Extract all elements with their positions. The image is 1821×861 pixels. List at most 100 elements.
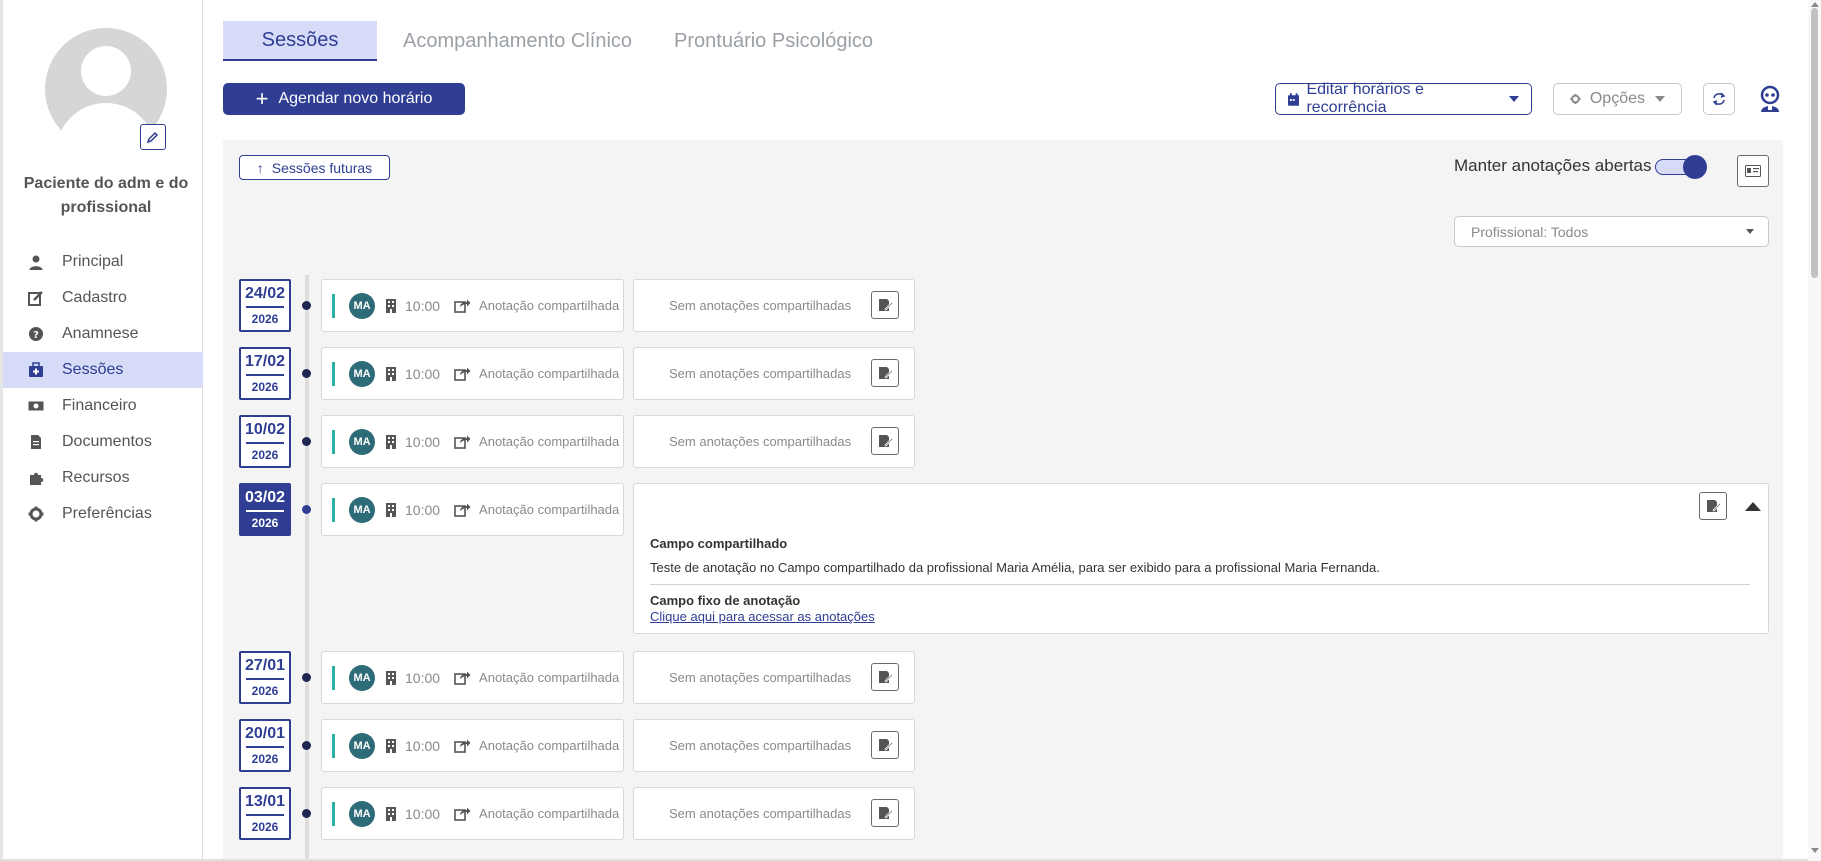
session-date: 27/01 [244, 657, 286, 674]
session-card[interactable]: MA 10:00 Anotação compartilhada [321, 415, 624, 468]
svg-text:?: ? [33, 330, 39, 341]
session-card[interactable]: MA 10:00 Anotação compartilhada [321, 651, 624, 704]
session-date-badge: 03/02 2026 [239, 483, 291, 536]
medical-kit-icon [27, 361, 45, 379]
edit-note-button[interactable] [871, 799, 899, 827]
no-shared-notes-text: Sem anotações compartilhadas [669, 298, 852, 313]
gear-icon [1570, 93, 1581, 105]
no-shared-notes-text: Sem anotações compartilhadas [669, 366, 852, 381]
shared-note-label: Anotação compartilhada [479, 298, 620, 313]
professional-avatar: MA [349, 360, 375, 387]
notes-card: Sem anotações compartilhadas [633, 787, 915, 840]
professional-filter-value: Profissional: Todos [1471, 223, 1589, 240]
edit-note-button[interactable] [1699, 492, 1727, 520]
schedule-new-button[interactable]: + Agendar novo horário [223, 83, 465, 115]
session-date: 17/02 [244, 353, 286, 370]
timeline-dot [302, 301, 311, 310]
professional-avatar: MA [349, 664, 375, 691]
refresh-button[interactable] [1703, 83, 1735, 115]
refresh-icon [1712, 92, 1726, 106]
tab-acompanhamento-clinico[interactable]: Acompanhamento Clínico [377, 21, 658, 61]
sidebar-item-anamnese[interactable]: ? Anamnese [3, 316, 203, 352]
session-year: 2026 [246, 374, 284, 394]
options-button[interactable]: Opções [1553, 83, 1682, 115]
edit-note-button[interactable] [871, 731, 899, 759]
edit-note-icon [878, 366, 893, 380]
no-shared-notes-text: Sem anotações compartilhadas [669, 738, 852, 753]
sidebar-item-preferencias[interactable]: Preferências [3, 496, 203, 532]
notes-card: Sem anotações compartilhadas [633, 279, 915, 332]
sessions-panel: ↑ Sessões futuras Manter anotações abert… [223, 140, 1783, 861]
timeline-dot [302, 369, 311, 378]
session-year: 2026 [246, 510, 284, 530]
session-row: 10/02 2026 MA 10:00 Anotação compartilhada Se… [239, 415, 1769, 468]
share-icon [454, 670, 471, 685]
collapse-arrow-icon[interactable] [1745, 502, 1761, 511]
edit-note-button[interactable] [871, 663, 899, 691]
user-icon [27, 253, 45, 271]
sidebar-item-principal[interactable]: Principal [3, 244, 203, 280]
sidebar-item-recursos[interactable]: Recursos [3, 460, 203, 496]
session-date: 20/01 [244, 725, 286, 742]
tab-prontuario-psicologico[interactable]: Prontuário Psicológico [658, 21, 889, 61]
session-row: 13/01 2026 MA 10:00 Anotação compartilhada Se… [239, 787, 1769, 840]
assistant-robot-icon[interactable] [1756, 85, 1784, 113]
plus-icon: + [255, 86, 269, 111]
options-label: Opções [1589, 90, 1645, 107]
id-card-button[interactable] [1737, 155, 1769, 187]
share-icon [454, 366, 471, 381]
building-icon [385, 434, 397, 449]
session-row: 03/02 2026 MA 10:00 Anotação compartilhada Ca… [239, 483, 1769, 634]
sidebar-item-cadastro[interactable]: Cadastro [3, 280, 203, 316]
future-sessions-button[interactable]: ↑ Sessões futuras [239, 155, 390, 180]
session-card[interactable]: MA 10:00 Anotação compartilhada [321, 719, 624, 772]
sidebar-item-label: Preferências [62, 505, 152, 522]
edit-schedule-button[interactable]: Editar horários e recorrência [1275, 81, 1532, 116]
shared-field-text: Teste de anotação no Campo compartilhado… [650, 560, 1380, 575]
sidebar-item-financeiro[interactable]: Financeiro [3, 388, 203, 424]
session-card[interactable]: MA 10:00 Anotação compartilhada [321, 483, 624, 536]
timeline-dot [302, 437, 311, 446]
shared-note-label: Anotação compartilhada [479, 738, 620, 753]
session-date: 10/02 [244, 421, 286, 438]
scrollbar[interactable] [1808, 0, 1821, 861]
shared-note-label: Anotação compartilhada [479, 806, 620, 821]
session-row: 24/02 2026 MA 10:00 Anotação compartilhada Se… [239, 279, 1769, 332]
timeline-dot [302, 741, 311, 750]
access-notes-link[interactable]: Clique aqui para acessar as anotações [650, 609, 875, 624]
keep-notes-open-label: Manter anotações abertas [1454, 156, 1652, 175]
professional-avatar: MA [349, 292, 375, 319]
session-date-badge: 20/01 2026 [239, 719, 291, 772]
session-card[interactable]: MA 10:00 Anotação compartilhada [321, 347, 624, 400]
professional-filter-select[interactable]: Profissional: Todos [1454, 216, 1769, 247]
avatar-wrap [45, 28, 167, 150]
sidebar-item-sessoes[interactable]: Sessões [3, 352, 203, 388]
building-icon [385, 502, 397, 517]
sidebar-item-documentos[interactable]: Documentos [3, 424, 203, 460]
keep-notes-open-toggle[interactable] [1655, 155, 1707, 179]
session-status-bar [332, 293, 335, 318]
shared-field-title: Campo compartilhado [650, 536, 788, 551]
expanded-notes-card: Campo compartilhado Teste de anotação no … [633, 483, 1769, 634]
session-year: 2026 [246, 678, 284, 698]
session-card[interactable]: MA 10:00 Anotação compartilhada [321, 279, 624, 332]
pencil-icon [147, 131, 159, 143]
edit-note-button[interactable] [871, 291, 899, 319]
edit-avatar-button[interactable] [140, 124, 166, 150]
shared-note-label: Anotação compartilhada [479, 502, 620, 517]
session-status-bar [332, 801, 335, 826]
sidebar: Paciente do adm e do profissional Princi… [0, 0, 203, 861]
question-icon: ? [27, 325, 45, 343]
edit-note-button[interactable] [871, 427, 899, 455]
chevron-down-icon [1509, 96, 1519, 102]
fixed-field-title: Campo fixo de anotação [650, 593, 801, 608]
edit-note-icon [878, 738, 893, 752]
shared-note-label: Anotação compartilhada [479, 670, 620, 685]
session-card[interactable]: MA 10:00 Anotação compartilhada [321, 787, 624, 840]
session-year: 2026 [246, 814, 284, 834]
edit-note-icon [878, 298, 893, 312]
id-card-icon [1745, 165, 1761, 177]
edit-schedule-label: Editar horários e recorrência [1306, 81, 1424, 116]
edit-note-button[interactable] [871, 359, 899, 387]
tab-sessoes[interactable]: Sessões [223, 21, 377, 61]
